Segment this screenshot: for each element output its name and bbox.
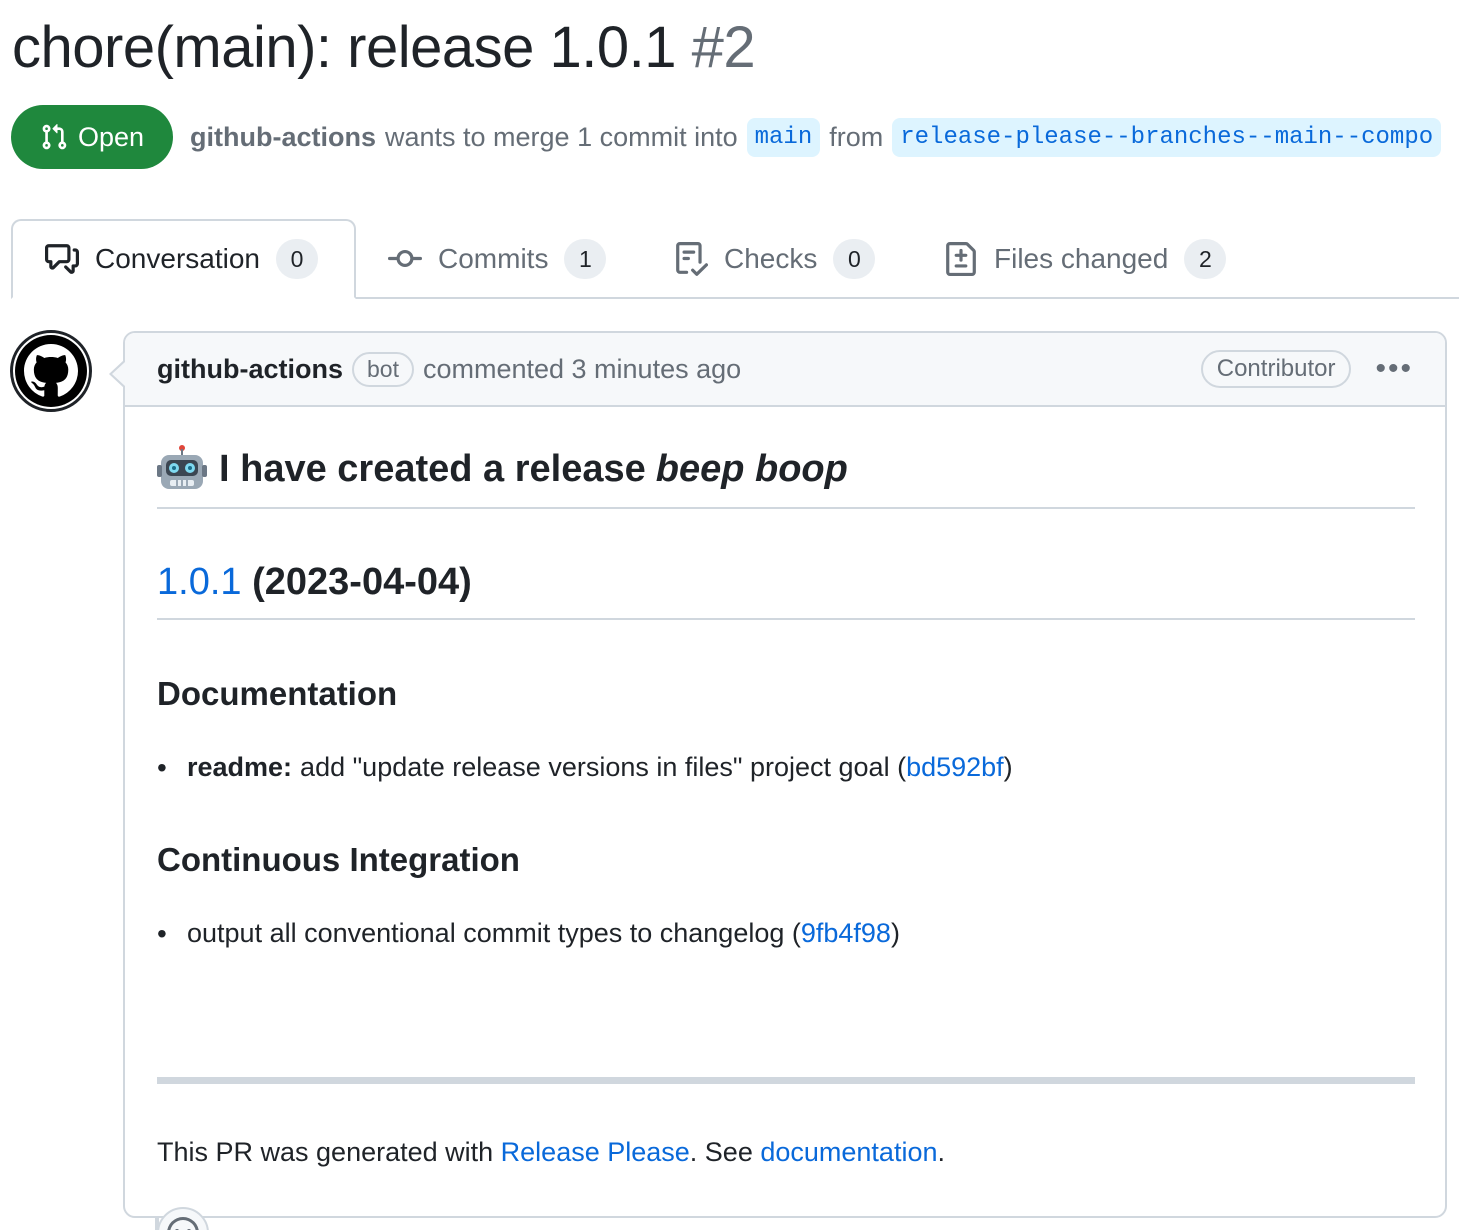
list-item: readme: add "update release versions in …: [157, 752, 1013, 784]
bot-badge: bot: [351, 351, 414, 387]
generated-note: This PR was generated with Release Pleas…: [157, 1137, 945, 1168]
scope-label: readme:: [187, 752, 293, 782]
robot-emoji-icon: [157, 445, 207, 489]
footer-middle: . See: [689, 1137, 753, 1167]
pr-tabs: Conversation 0 Commits 1 Checks 0 Files …: [11, 219, 1459, 299]
footer-suffix: .: [937, 1137, 945, 1167]
smiley-icon: [167, 1217, 199, 1230]
footer-prefix: This PR was generated with: [157, 1137, 494, 1167]
comment-header: github-actions bot commented 3 minutes a…: [125, 333, 1445, 407]
list-item: output all conventional commit types to …: [157, 918, 900, 950]
heading-text: I have created a release: [219, 447, 646, 490]
commit-hash-link[interactable]: bd592bf: [906, 752, 1004, 783]
git-pull-request-icon: [42, 124, 67, 150]
heading-italic: beep boop: [655, 447, 848, 490]
tab-counter: 1: [564, 239, 607, 279]
tab-label: Files changed: [994, 243, 1169, 274]
tab-counter: 2: [1184, 239, 1227, 279]
avatar[interactable]: [10, 330, 92, 412]
close-paren: ): [890, 918, 900, 948]
section-heading-ci: Continuous Integration: [157, 841, 520, 878]
tab-counter: 0: [275, 239, 318, 279]
merge-info: github-actions wants to merge 1 commit i…: [190, 117, 1450, 157]
comment-timestamp[interactable]: commented 3 minutes ago: [423, 354, 741, 385]
pr-number: #2: [691, 15, 756, 80]
comment-box: github-actions bot commented 3 minutes a…: [109, 331, 1447, 1230]
version-date: (2023-04-04): [252, 561, 472, 603]
release-please-link[interactable]: Release Please: [501, 1137, 690, 1167]
documentation-link[interactable]: documentation: [760, 1137, 937, 1167]
from-text: from: [829, 121, 884, 152]
tab-checks[interactable]: Checks 0: [674, 219, 876, 299]
tab-label: Checks: [724, 243, 818, 274]
comment-author-link[interactable]: github-actions: [157, 354, 343, 385]
github-mark-icon: [15, 335, 87, 407]
commit-hash-link[interactable]: 9fb4f98: [801, 918, 891, 949]
pr-author-link[interactable]: github-actions: [190, 122, 376, 153]
tab-label: Commits: [438, 243, 549, 274]
comment-discussion-icon: [45, 244, 79, 274]
close-paren: ): [1003, 752, 1013, 782]
kebab-menu-icon[interactable]: •••: [1375, 354, 1413, 384]
tab-files-changed[interactable]: Files changed 2: [944, 219, 1227, 299]
base-branch[interactable]: main: [746, 117, 821, 157]
pr-meta-row: Open github-actions wants to merge 1 com…: [11, 105, 1450, 169]
divider: [157, 1077, 1415, 1084]
version-link[interactable]: 1.0.1: [157, 561, 242, 603]
release-heading: I have created a release beep boop: [157, 445, 1415, 509]
tab-label: Conversation: [95, 243, 260, 274]
merge-text: wants to merge 1 commit into: [384, 121, 738, 152]
pr-title-text: chore(main): release 1.0.1: [12, 15, 677, 80]
tab-counter: 0: [833, 239, 876, 279]
item-text: output all conventional commit types to …: [187, 918, 801, 948]
version-heading: 1.0.1 (2023-04-04): [157, 561, 1415, 620]
contributor-badge: Contributor: [1200, 350, 1352, 388]
git-commit-icon: [388, 249, 422, 267]
pr-title: chore(main): release 1.0.1 #2: [12, 14, 756, 81]
item-text: add "update release versions in files" p…: [300, 752, 907, 782]
head-branch[interactable]: release-please--branches--main--compo: [892, 117, 1442, 157]
state-label: Open: [77, 121, 145, 152]
file-diff-icon: [946, 242, 976, 276]
tab-conversation[interactable]: Conversation 0: [11, 219, 356, 299]
section-heading-documentation: Documentation: [157, 675, 398, 712]
add-reaction-button[interactable]: [157, 1207, 209, 1230]
checklist-icon: [676, 242, 708, 276]
state-badge-open: Open: [11, 105, 173, 169]
tab-commits[interactable]: Commits 1: [388, 219, 607, 299]
